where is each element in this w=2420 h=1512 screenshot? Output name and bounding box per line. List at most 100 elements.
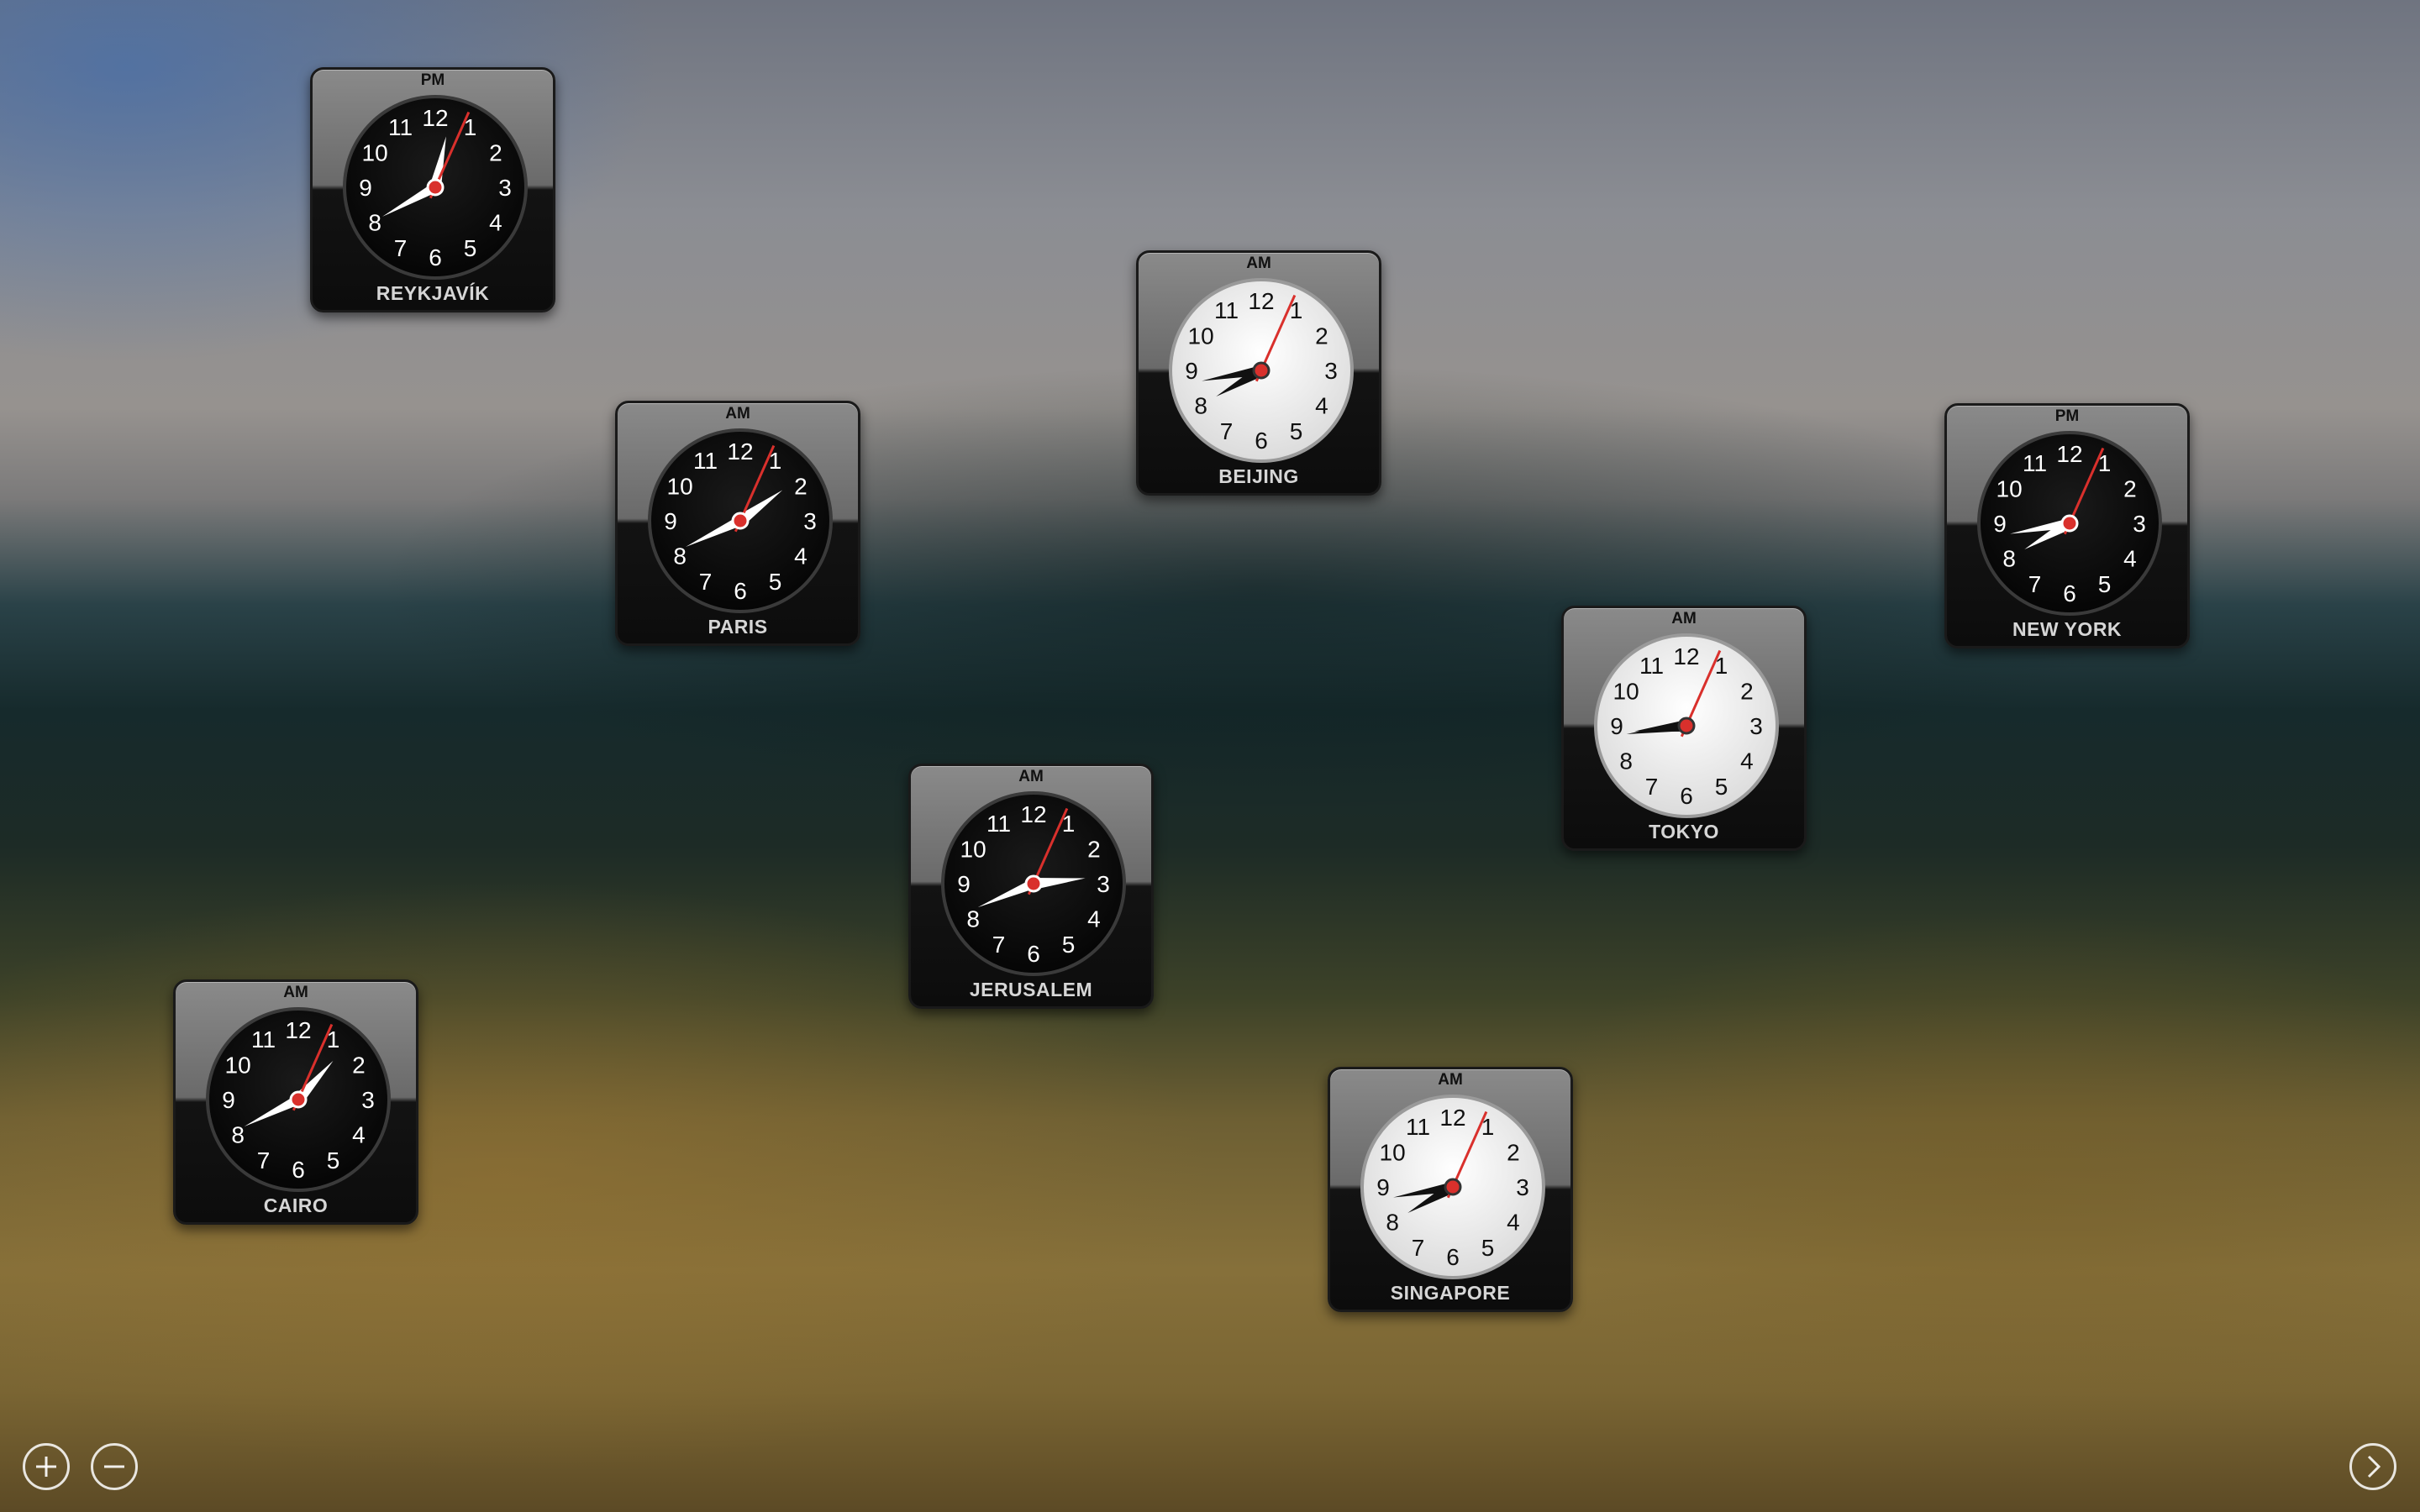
dial-number: 12	[1673, 643, 1699, 669]
clock-face: 12 1 2 3 4 5 6 7 8 9 10 11	[342, 94, 529, 281]
dial-number: 5	[1481, 1235, 1495, 1261]
dial-number: 12	[727, 438, 753, 465]
dial-number: 8	[673, 543, 687, 570]
dial-number: 11	[251, 1026, 276, 1053]
dial-number: 12	[2056, 441, 2082, 467]
dial-number: 11	[388, 114, 413, 140]
dial-number: 3	[1324, 358, 1338, 384]
dial-number: 9	[222, 1087, 235, 1113]
center-cap	[2060, 514, 2079, 533]
dial-number: 5	[464, 235, 477, 261]
dial-number: 6	[1027, 941, 1040, 967]
dial-number: 2	[794, 474, 808, 500]
dial-number: 4	[1740, 748, 1754, 774]
dial-number: 4	[489, 210, 502, 236]
ampm-label: AM	[725, 405, 750, 423]
dial-number: 10	[225, 1053, 251, 1079]
dial-number: 2	[489, 140, 502, 166]
city-label: CAIRO	[263, 1194, 329, 1216]
dial-number: 5	[2098, 571, 2112, 597]
dial-number: 9	[957, 871, 971, 897]
dial-number: 12	[1439, 1105, 1465, 1131]
dial-number: 10	[1613, 679, 1639, 705]
dial-number: 11	[1406, 1114, 1430, 1140]
dial-number: 12	[285, 1017, 311, 1043]
dial-number: 3	[803, 508, 817, 534]
center-cap	[1444, 1178, 1462, 1196]
ampm-label: AM	[1018, 768, 1044, 785]
clock-widget-paris[interactable]: AM 12 1 2 3 4 5 6 7 8 9 10 11 PARIS	[615, 401, 860, 646]
dial-number: 6	[2063, 580, 2076, 606]
dial-number: 3	[498, 175, 512, 201]
dial-number: 11	[1214, 297, 1239, 323]
dial-number: 4	[1315, 393, 1328, 419]
dial-number: 5	[769, 569, 782, 595]
clock-face: 12 1 2 3 4 5 6 7 8 9 10 11	[1593, 633, 1780, 819]
clock-widget-cairo[interactable]: AM 12 1 2 3 4 5 6 7 8 9 10 11 CAIRO	[173, 979, 418, 1225]
dial-number: 7	[1220, 418, 1234, 444]
dial-number: 5	[327, 1147, 340, 1173]
dial-number: 7	[992, 932, 1006, 958]
dial-number: 9	[664, 508, 677, 534]
dial-number: 2	[1315, 323, 1328, 349]
clock-dial: 12 1234567891011	[648, 428, 833, 613]
dial-number: 5	[1715, 774, 1728, 800]
clock-face: 12 1 2 3 4 5 6 7 8 9 10 11	[1976, 430, 2163, 617]
center-cap	[1677, 717, 1696, 735]
dial-number: 3	[1097, 871, 1110, 897]
dial-number: 11	[693, 448, 718, 474]
center-cap	[1252, 361, 1270, 380]
dial-number: 4	[1087, 906, 1101, 932]
dial-number: 8	[368, 210, 381, 236]
dial-number: 11	[2023, 450, 2047, 476]
dial-number: 5	[1062, 932, 1076, 958]
next-page-button[interactable]	[2349, 1443, 2396, 1490]
dial-number: 4	[1507, 1210, 1520, 1236]
dial-number: 6	[429, 244, 442, 270]
dial-number: 8	[231, 1122, 245, 1148]
dial-number: 10	[362, 140, 388, 166]
dial-number: 3	[361, 1087, 375, 1113]
clock-widget-new-york[interactable]: PM 12 1 2 3 4 5 6 7 8 9 10 11 NEW YORK	[1944, 403, 2190, 648]
dial-number: 3	[1516, 1174, 1529, 1200]
add-widget-button[interactable]	[23, 1443, 70, 1490]
dial-number: 9	[1993, 511, 2007, 537]
dial-number: 6	[1446, 1244, 1460, 1270]
clock-widget-reykjavik[interactable]: PM 12 1 2 3 4 5 6 7 8 9 10 11 REYKJAVÍK	[310, 67, 555, 312]
dial-number: 6	[292, 1157, 305, 1183]
dial-number: 4	[2123, 546, 2137, 572]
city-label: BEIJING	[1218, 465, 1299, 487]
clock-dial: 12 1234567891011	[1977, 431, 2162, 616]
dial-number: 4	[352, 1122, 366, 1148]
ampm-label: AM	[283, 984, 308, 1001]
dial-number: 9	[1185, 358, 1198, 384]
clock-dial: 12 1234567891011	[1169, 278, 1354, 463]
clock-face: 12 1 2 3 4 5 6 7 8 9 10 11	[1360, 1094, 1546, 1280]
remove-widget-button[interactable]	[91, 1443, 138, 1490]
dial-number: 10	[1380, 1140, 1406, 1166]
dial-number: 10	[1188, 323, 1214, 349]
dial-number: 9	[1610, 713, 1623, 739]
dial-number: 6	[1680, 783, 1693, 809]
city-label: REYKJAVÍK	[376, 282, 490, 304]
dial-number: 10	[667, 474, 693, 500]
clock-dial: 12 1234567891011	[343, 95, 528, 280]
ampm-label: PM	[420, 71, 445, 89]
clock-face: 12 1 2 3 4 5 6 7 8 9 10 11	[1168, 277, 1355, 464]
dial-number: 10	[960, 837, 986, 863]
clock-widget-jerusalem[interactable]: AM 12 1 2 3 4 5 6 7 8 9 10 11 JERUSALEM	[908, 764, 1154, 1009]
dial-number: 10	[1996, 476, 2023, 502]
clock-widget-beijing[interactable]: AM 12 1 2 3 4 5 6 7 8 9 10 11 BEIJING	[1136, 250, 1381, 496]
dial-number: 6	[1255, 428, 1268, 454]
clock-widget-singapore[interactable]: AM 12 1 2 3 4 5 6 7 8 9 10 11 SINGAPORE	[1328, 1067, 1573, 1312]
dial-number: 4	[794, 543, 808, 570]
clock-widget-tokyo[interactable]: AM 12 1 2 3 4 5 6 7 8 9 10 11 TOKYO	[1561, 606, 1807, 851]
clock-face: 12 1 2 3 4 5 6 7 8 9 10 11	[205, 1006, 392, 1193]
dial-number: 2	[1740, 679, 1754, 705]
chevron-right-icon	[2367, 1455, 2381, 1478]
plus-icon	[36, 1457, 56, 1477]
clock-dial: 12 1234567891011	[206, 1007, 391, 1192]
dial-number: 2	[352, 1053, 366, 1079]
dial-number: 7	[1412, 1235, 1425, 1261]
dial-number: 7	[1645, 774, 1659, 800]
